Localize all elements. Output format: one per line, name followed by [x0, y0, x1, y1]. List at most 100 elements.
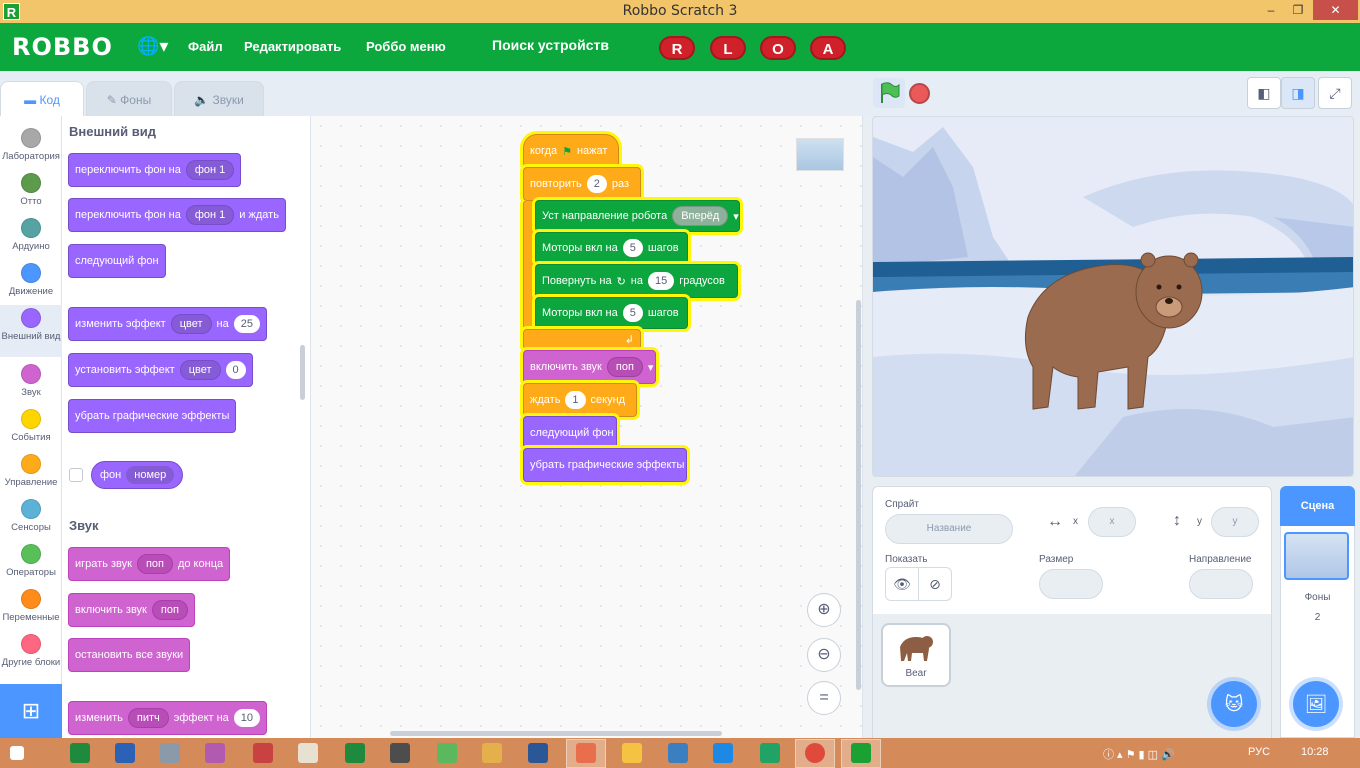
- category-sensing[interactable]: Сенсоры: [0, 499, 62, 533]
- category-otto[interactable]: Отто: [0, 173, 62, 207]
- chrome-icon[interactable]: [805, 743, 825, 763]
- contacts-app-icon[interactable]: [298, 743, 318, 763]
- fullscreen-button[interactable]: ⤢: [1318, 77, 1352, 109]
- script-set-robot-direction[interactable]: Уст направление робота Вперёд ▾: [535, 200, 740, 232]
- window-title: Robbo Scratch 3: [622, 3, 738, 19]
- workspace-horizontal-scrollbar[interactable]: [390, 731, 722, 736]
- green-flag-button[interactable]: [873, 78, 905, 108]
- category-events[interactable]: События: [0, 409, 62, 443]
- sprite-tile-bear[interactable]: Bear: [881, 623, 951, 687]
- robbo-scratch-icon[interactable]: [851, 743, 871, 763]
- category-operators[interactable]: Операторы: [0, 544, 62, 578]
- small-stage-button[interactable]: ◧: [1247, 77, 1281, 109]
- block-switch-backdrop[interactable]: переключить фон на фон 1: [68, 153, 242, 187]
- script-start-sound[interactable]: включить звук поп ▾: [523, 350, 656, 384]
- shield-app-icon[interactable]: [115, 743, 135, 763]
- size-input[interactable]: [1039, 569, 1103, 599]
- category-lab[interactable]: Лаборатория: [0, 128, 62, 162]
- tray-icons[interactable]: ⓘ ▴ ⚑ ▮ ◫ 🔊: [1103, 746, 1175, 762]
- block-next-backdrop[interactable]: следующий фон: [68, 244, 166, 278]
- paint-app-icon[interactable]: [205, 743, 225, 763]
- script-wait[interactable]: ждать 1 секунд: [523, 383, 637, 417]
- menu-robbo[interactable]: Роббо меню: [366, 39, 446, 54]
- scratch-task-icon[interactable]: [576, 743, 596, 763]
- zoom-out-button[interactable]: ⊖: [807, 638, 841, 672]
- add-backdrop-button[interactable]: 🖼: [1293, 681, 1339, 727]
- ie-icon[interactable]: [713, 743, 733, 763]
- extension-icon: ⊞: [21, 698, 41, 723]
- dropdown-arrow-icon: ▾: [647, 361, 654, 374]
- block-start-sound[interactable]: включить звук поп: [68, 593, 195, 627]
- folder-icon[interactable]: [622, 743, 642, 763]
- add-sprite-button[interactable]: 🐱: [1211, 681, 1257, 727]
- menu-edit[interactable]: Редактировать: [244, 39, 341, 54]
- start-icon[interactable]: [10, 746, 24, 760]
- hide-sprite-button[interactable]: ⊘: [918, 567, 952, 601]
- spreadsheet-app-icon[interactable]: [345, 743, 365, 763]
- calculator-icon[interactable]: [760, 743, 780, 763]
- script-repeat[interactable]: повторить 2 раз: [523, 167, 641, 201]
- add-extension-button[interactable]: ⊞: [0, 684, 62, 738]
- category-sound[interactable]: Звук: [0, 364, 62, 398]
- backdrop-number-checkbox[interactable]: [69, 468, 83, 482]
- category-arduino[interactable]: Ардуино: [0, 218, 62, 252]
- block-change-effect[interactable]: изменить эффект цвет на 25: [68, 307, 267, 341]
- script-turn[interactable]: Повернуть на ↻ на 15 градусов: [535, 264, 738, 298]
- workspace-vertical-scrollbar[interactable]: [856, 300, 861, 690]
- lab-l-button[interactable]: L: [710, 36, 746, 60]
- block-stop-all-sounds[interactable]: остановить все звуки: [68, 638, 191, 672]
- globe-app-icon[interactable]: [668, 743, 688, 763]
- network-app-icon[interactable]: [160, 743, 180, 763]
- script-hat-flag-clicked[interactable]: когда ⚑ нажат: [523, 134, 619, 168]
- block-change-pitch-effect[interactable]: изменить питч эффект на 10: [68, 701, 268, 735]
- block-switch-backdrop-wait[interactable]: переключить фон на фон 1и ждать: [68, 198, 286, 232]
- script-clear-effects[interactable]: убрать графические эффекты: [523, 448, 687, 482]
- script-motors-on-2[interactable]: Моторы вкл на 5 шагов: [535, 297, 688, 329]
- otto-o-button[interactable]: O: [760, 36, 796, 60]
- presentation-app-icon[interactable]: [253, 743, 273, 763]
- language-globe-icon[interactable]: 🌐▾: [137, 36, 168, 57]
- category-variables[interactable]: Переменные: [0, 589, 62, 623]
- settings-app-icon[interactable]: [437, 743, 457, 763]
- excel-icon[interactable]: [70, 743, 90, 763]
- gimp-icon[interactable]: [390, 743, 410, 763]
- robot-r-button[interactable]: R: [659, 36, 695, 60]
- stop-button[interactable]: [909, 83, 930, 104]
- block-play-sound-until-done[interactable]: играть звук поп до конца: [68, 547, 231, 581]
- show-sprite-button[interactable]: 👁: [885, 567, 919, 601]
- category-motion[interactable]: Движение: [0, 263, 62, 297]
- x-input[interactable]: x: [1088, 507, 1136, 537]
- word-icon[interactable]: [528, 743, 548, 763]
- tab-code[interactable]: ▬ Код: [0, 81, 84, 117]
- category-control[interactable]: Управление: [0, 454, 62, 488]
- restore-button[interactable]: ❐: [1285, 0, 1311, 20]
- y-input[interactable]: y: [1211, 507, 1259, 537]
- block-clear-effects[interactable]: убрать графические эффекты: [68, 399, 237, 433]
- robbo-logo[interactable]: ROBBO: [12, 33, 113, 61]
- games-app-icon[interactable]: [482, 743, 502, 763]
- tab-sounds[interactable]: 🔈 Звуки: [174, 81, 264, 117]
- menu-file[interactable]: Файл: [188, 39, 223, 54]
- arduino-a-button[interactable]: A: [810, 36, 846, 60]
- palette-scrollbar[interactable]: [300, 345, 305, 400]
- script-next-backdrop[interactable]: следующий фон: [523, 416, 617, 449]
- script-motors-on-1[interactable]: Моторы вкл на 5 шагов: [535, 232, 688, 264]
- zoom-in-button[interactable]: ⊕: [807, 593, 841, 627]
- language-indicator[interactable]: РУС: [1248, 746, 1270, 758]
- normal-stage-button[interactable]: ◨: [1281, 77, 1315, 109]
- block-set-effect[interactable]: установить эффект цвет 0: [68, 353, 253, 387]
- zoom-reset-button[interactable]: =: [807, 681, 841, 715]
- clock[interactable]: 10:28: [1301, 746, 1329, 758]
- close-button[interactable]: ✕: [1313, 0, 1358, 20]
- minimize-button[interactable]: –: [1258, 0, 1284, 20]
- speaker-icon: 🔈: [194, 93, 213, 107]
- sprite-name-input[interactable]: Название: [885, 514, 1013, 544]
- category-my-blocks[interactable]: Другие блоки: [0, 634, 62, 668]
- search-devices-button[interactable]: Поиск устройств: [492, 37, 609, 53]
- stage-thumbnail[interactable]: [1284, 532, 1349, 580]
- reporter-backdrop-number[interactable]: фон номер: [91, 461, 184, 489]
- tab-backdrops[interactable]: ✎ Фоны: [86, 81, 172, 117]
- stage-canvas[interactable]: [872, 116, 1354, 477]
- direction-input[interactable]: [1189, 569, 1253, 599]
- category-looks[interactable]: Внешний вид: [0, 305, 62, 357]
